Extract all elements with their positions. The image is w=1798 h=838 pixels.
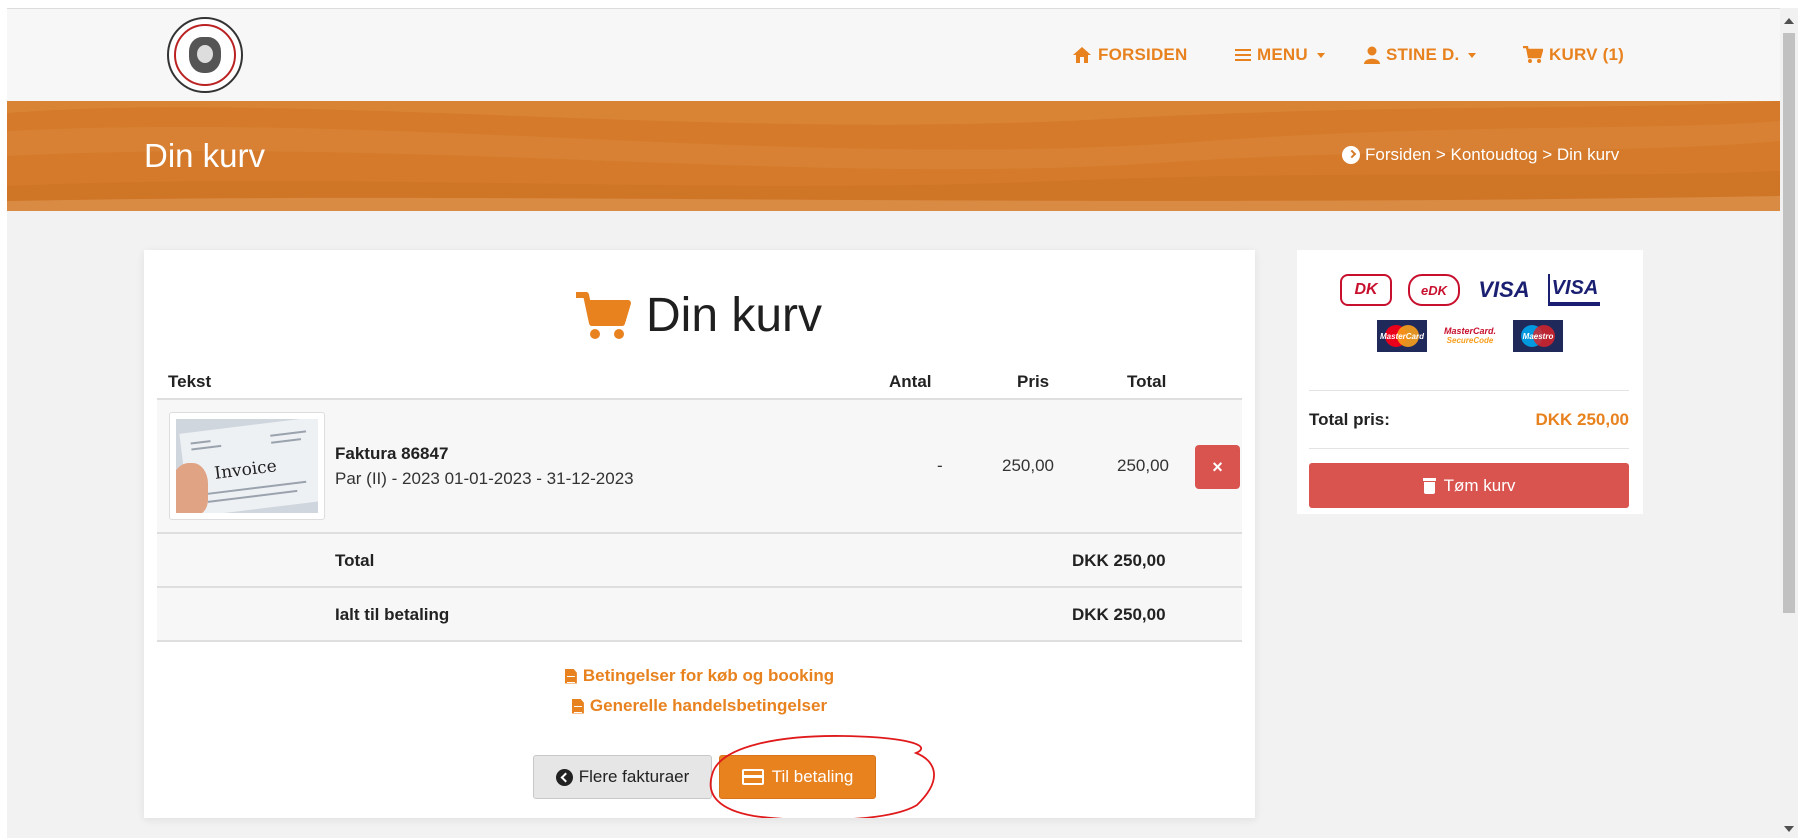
file-icon [571,698,584,714]
table-row-total: Total DKK 250,00 [157,534,1242,586]
column-header-qty: Antal [889,372,932,391]
empty-cart-button[interactable]: Tøm kurv [1309,463,1629,508]
page-banner: Din kurv Forsiden > Kontoudtog > Din kur… [7,101,1780,211]
vertical-scrollbar[interactable] [1780,8,1798,838]
breadcrumb-text[interactable]: Forsiden > Kontoudtog > Din kurv [1365,145,1619,165]
securecode-bottom: SecureCode [1446,335,1494,345]
nav-cart[interactable]: KURV (1) [1523,45,1624,65]
mastercard-logo: MasterCard [1377,320,1427,352]
scroll-up-arrow-icon[interactable] [1784,18,1794,24]
file-icon [564,668,577,684]
nav-menu-label: MENU [1257,45,1308,64]
visa-logo: VISA [1478,277,1530,302]
scrollbar-thumb[interactable] [1783,33,1795,613]
mastercard-securecode-logo: MasterCard. SecureCode [1443,320,1497,352]
total-value: DKK 250,00 [1072,551,1166,570]
caret-down-icon [1468,52,1477,58]
payment-logos: DK eDK VISA VISA MasterCard MasterCard. … [1297,274,1643,366]
more-invoices-button[interactable]: Flere fakturaer [533,755,712,799]
nav-home[interactable]: FORSIDEN [1072,45,1187,65]
scroll-down-arrow-icon[interactable] [1784,826,1794,832]
visa-electron-logo: VISA [1548,274,1600,306]
hand-shape [176,463,208,513]
page-viewport: FORSIDEN MENU STINE D. KURV (1) Din kurv… [7,8,1780,838]
mastercard-text: MasterCard [1379,331,1424,341]
item-thumbnail: Invoice [169,412,325,520]
nav-menu[interactable]: MENU [1235,45,1325,65]
cart-icon [1523,46,1543,63]
item-total: 250,00 [1117,456,1169,475]
club-logo[interactable] [167,17,243,93]
total-label: Total [335,551,375,570]
invoice-image: Invoice [176,419,318,513]
page-title: Din kurv [144,137,266,174]
edankort-logo: eDK [1408,274,1460,306]
item-description: Par (II) - 2023 01-01-2023 - 31-12-2023 [335,469,634,488]
item-qty: - [937,456,943,475]
terms-booking-link[interactable]: Betingelser for køb og booking [144,666,1255,686]
breadcrumb[interactable]: Forsiden > Kontoudtog > Din kurv [1342,145,1619,165]
column-header-text: Tekst [168,372,212,391]
close-icon: × [1212,456,1223,477]
column-header-total: Total [1127,372,1167,391]
maestro-text: Maestro [1522,331,1554,341]
user-icon [1364,46,1380,64]
checkout-button[interactable]: Til betaling [719,755,876,799]
more-invoices-label: Flere fakturaer [578,767,690,786]
terms-booking-text[interactable]: Betingelser for køb og booking [583,666,834,686]
remove-item-button[interactable]: × [1195,445,1240,489]
terms-general-link[interactable]: Generelle handelsbetingelser [144,696,1255,716]
maestro-logo: Maestro [1513,320,1563,352]
dankort-logo: DK [1340,274,1392,306]
panel-divider [1309,390,1629,391]
cart-heading: Din kurv [574,288,822,343]
cart-heading-text: Din kurv [646,289,823,342]
nav-home-label: FORSIDEN [1098,45,1188,64]
caret-down-icon [1316,52,1325,58]
item-price: 250,00 [1002,456,1054,475]
chevron-circle-left-icon [555,768,573,786]
grand-total-label: Ialt til betaling [335,605,450,624]
total-price-label: Total pris: [1309,410,1390,429]
cart-icon [576,291,631,339]
invoice-label: Invoice [213,456,278,484]
checkout-label: Til betaling [771,767,854,786]
cart-summary-panel: DK eDK VISA VISA MasterCard MasterCard. … [1297,250,1643,514]
hamburger-icon [1235,49,1251,61]
empty-cart-label: Tøm kurv [1443,475,1516,495]
credit-card-icon [741,769,764,785]
table-row-grand-total: Ialt til betaling DKK 250,00 [157,588,1242,640]
chevron-circle-right-icon [1342,146,1360,164]
top-navbar: FORSIDEN MENU STINE D. KURV (1) [7,9,1780,101]
nav-cart-label: KURV (1) [1549,45,1624,64]
table-row: Invoice Faktura 86847 Par (II) - 2023 01… [157,400,1242,532]
nav-user[interactable]: STINE D. [1364,45,1477,65]
item-name: Faktura 86847 [335,444,449,463]
trash-icon [1422,477,1436,494]
panel-divider [1309,448,1629,449]
nav-user-label: STINE D. [1386,45,1460,64]
cart-card: Din kurv Tekst Antal Pris Total Invoice [144,250,1255,818]
table-divider [157,640,1242,642]
total-price-value: DKK 250,00 [1535,410,1629,429]
terms-general-text[interactable]: Generelle handelsbetingelser [590,696,827,716]
column-header-price: Pris [1017,372,1050,391]
logo-emblem-center [197,45,213,63]
home-icon [1073,47,1091,63]
grand-total-value: DKK 250,00 [1072,605,1166,624]
